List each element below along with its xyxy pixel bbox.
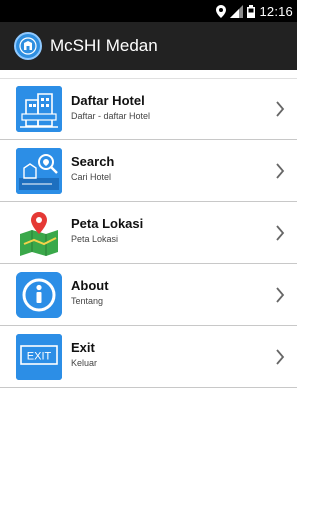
map-pin-icon [16,209,62,256]
exit-sign-icon: EXIT [16,333,62,380]
chevron-right-icon [272,161,288,181]
hotel-logo-icon [14,32,42,60]
status-time: 12:16 [259,3,293,19]
status-bar: 12:16 [0,0,297,22]
hotel-building-icon [16,86,62,132]
info-icon [16,271,62,318]
chevron-right-icon [272,99,288,119]
svg-text:EXIT: EXIT [27,350,52,362]
app-title: McSHI Medan [50,36,158,55]
menu-item-title: Daftar Hotel [71,92,145,108]
menu-item-title: About [71,278,109,293]
menu-item-search[interactable]: Search Cari Hotel [0,140,297,202]
action-bar: McSHI Medan [0,22,297,70]
menu-item-about[interactable]: About Tentang [0,264,297,326]
menu-item-peta-lokasi[interactable]: Peta Lokasi Peta Lokasi [0,202,297,264]
menu-item-exit[interactable]: EXIT Exit Keluar [0,326,297,388]
menu-item-subtitle: Cari Hotel [71,172,112,182]
search-map-icon [16,147,62,194]
chevron-right-icon [272,285,288,305]
chevron-right-icon [272,347,288,367]
menu-item-title: Search [71,154,115,169]
chevron-right-icon [272,223,288,243]
menu-item-title: Peta Lokasi [71,216,144,231]
signal-icon [230,4,244,18]
menu-item-daftar-hotel[interactable]: Daftar Hotel Daftar - daftar Hotel [0,78,297,140]
menu-item-subtitle: Keluar [71,358,98,368]
menu-item-title: Exit [71,340,95,355]
battery-icon [247,4,256,18]
menu-list: Daftar Hotel Daftar - daftar Hotel Searc… [0,78,297,388]
menu-item-subtitle: Daftar - daftar Hotel [71,110,151,121]
menu-item-subtitle: Tentang [71,296,104,306]
menu-item-subtitle: Peta Lokasi [71,234,119,244]
location-icon [216,4,227,18]
